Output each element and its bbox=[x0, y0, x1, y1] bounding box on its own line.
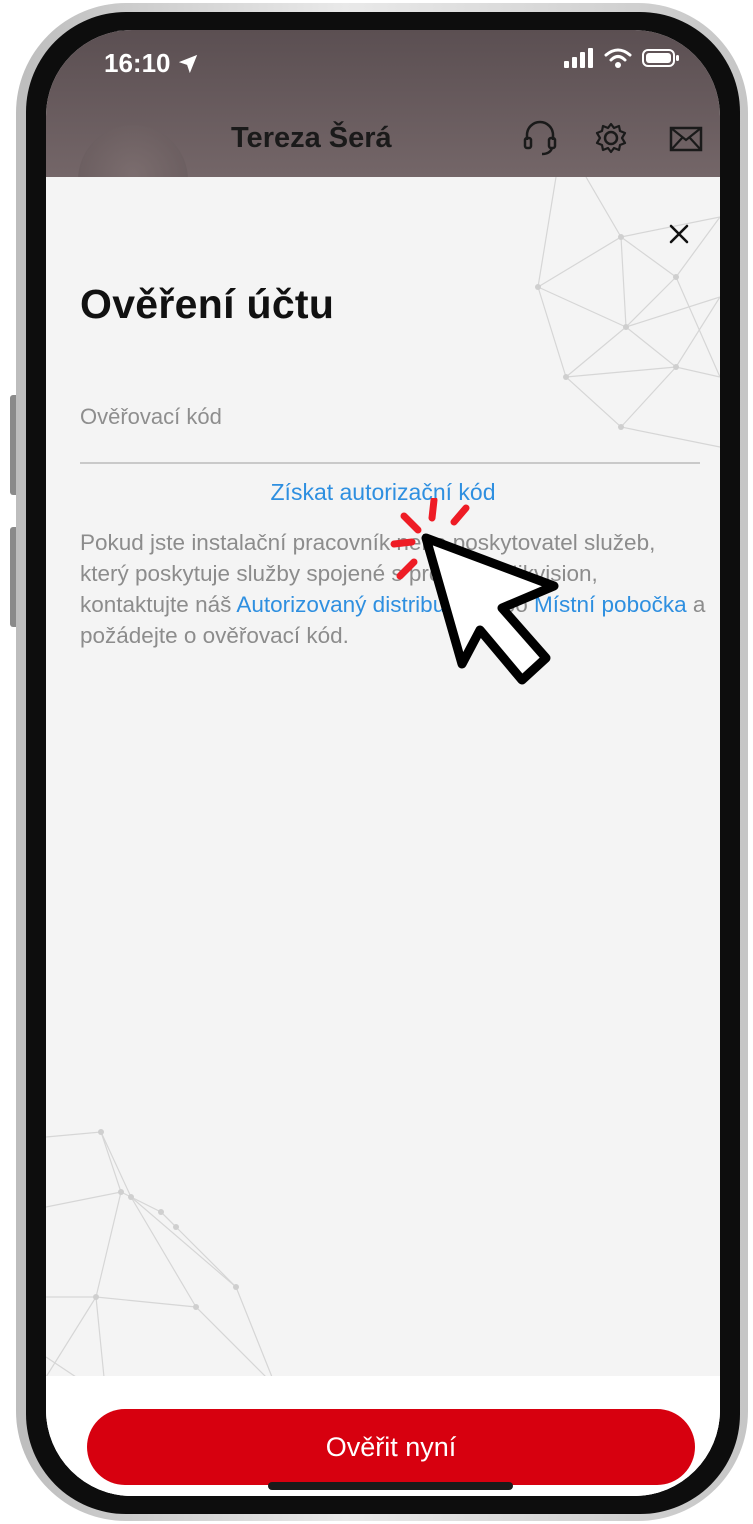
verification-modal: Ověření účtu Získat autorizační kód Poku… bbox=[46, 177, 720, 1496]
local-branch-link[interactable]: Místní pobočka bbox=[534, 592, 687, 617]
get-authorization-code-link[interactable]: Získat autorizační kód bbox=[46, 479, 720, 506]
gear-icon[interactable] bbox=[593, 118, 629, 158]
header-title: Tereza Šerá bbox=[231, 122, 392, 154]
status-icons bbox=[564, 48, 680, 68]
close-icon[interactable] bbox=[664, 219, 694, 249]
modal-title: Ověření účtu bbox=[80, 281, 335, 327]
status-time-text: 16:10 bbox=[104, 48, 171, 78]
signal-icon bbox=[564, 48, 593, 68]
info-text: Pokud jste instalační pracovník nebo pos… bbox=[80, 527, 710, 651]
verify-now-button[interactable]: Ověřit nyní bbox=[87, 1409, 695, 1485]
home-indicator bbox=[268, 1482, 513, 1490]
location-arrow-icon bbox=[178, 54, 197, 73]
mail-icon[interactable] bbox=[668, 118, 704, 158]
authorized-distributor-link[interactable]: Autorizovaný distributor bbox=[236, 592, 471, 617]
info-text-part: nebo bbox=[471, 592, 535, 617]
headset-icon[interactable] bbox=[522, 118, 558, 158]
app-header: 16:10 Tereza Šerá bbox=[46, 30, 720, 235]
status-time: 16:10 bbox=[104, 48, 199, 79]
network-mesh-decoration bbox=[46, 1129, 279, 1397]
wifi-icon bbox=[604, 48, 632, 68]
verification-code-input[interactable] bbox=[80, 382, 700, 464]
phone-screen: 16:10 Tereza Šerá Ověření účtu Ověřovací… bbox=[46, 30, 720, 1496]
battery-icon bbox=[642, 49, 679, 67]
